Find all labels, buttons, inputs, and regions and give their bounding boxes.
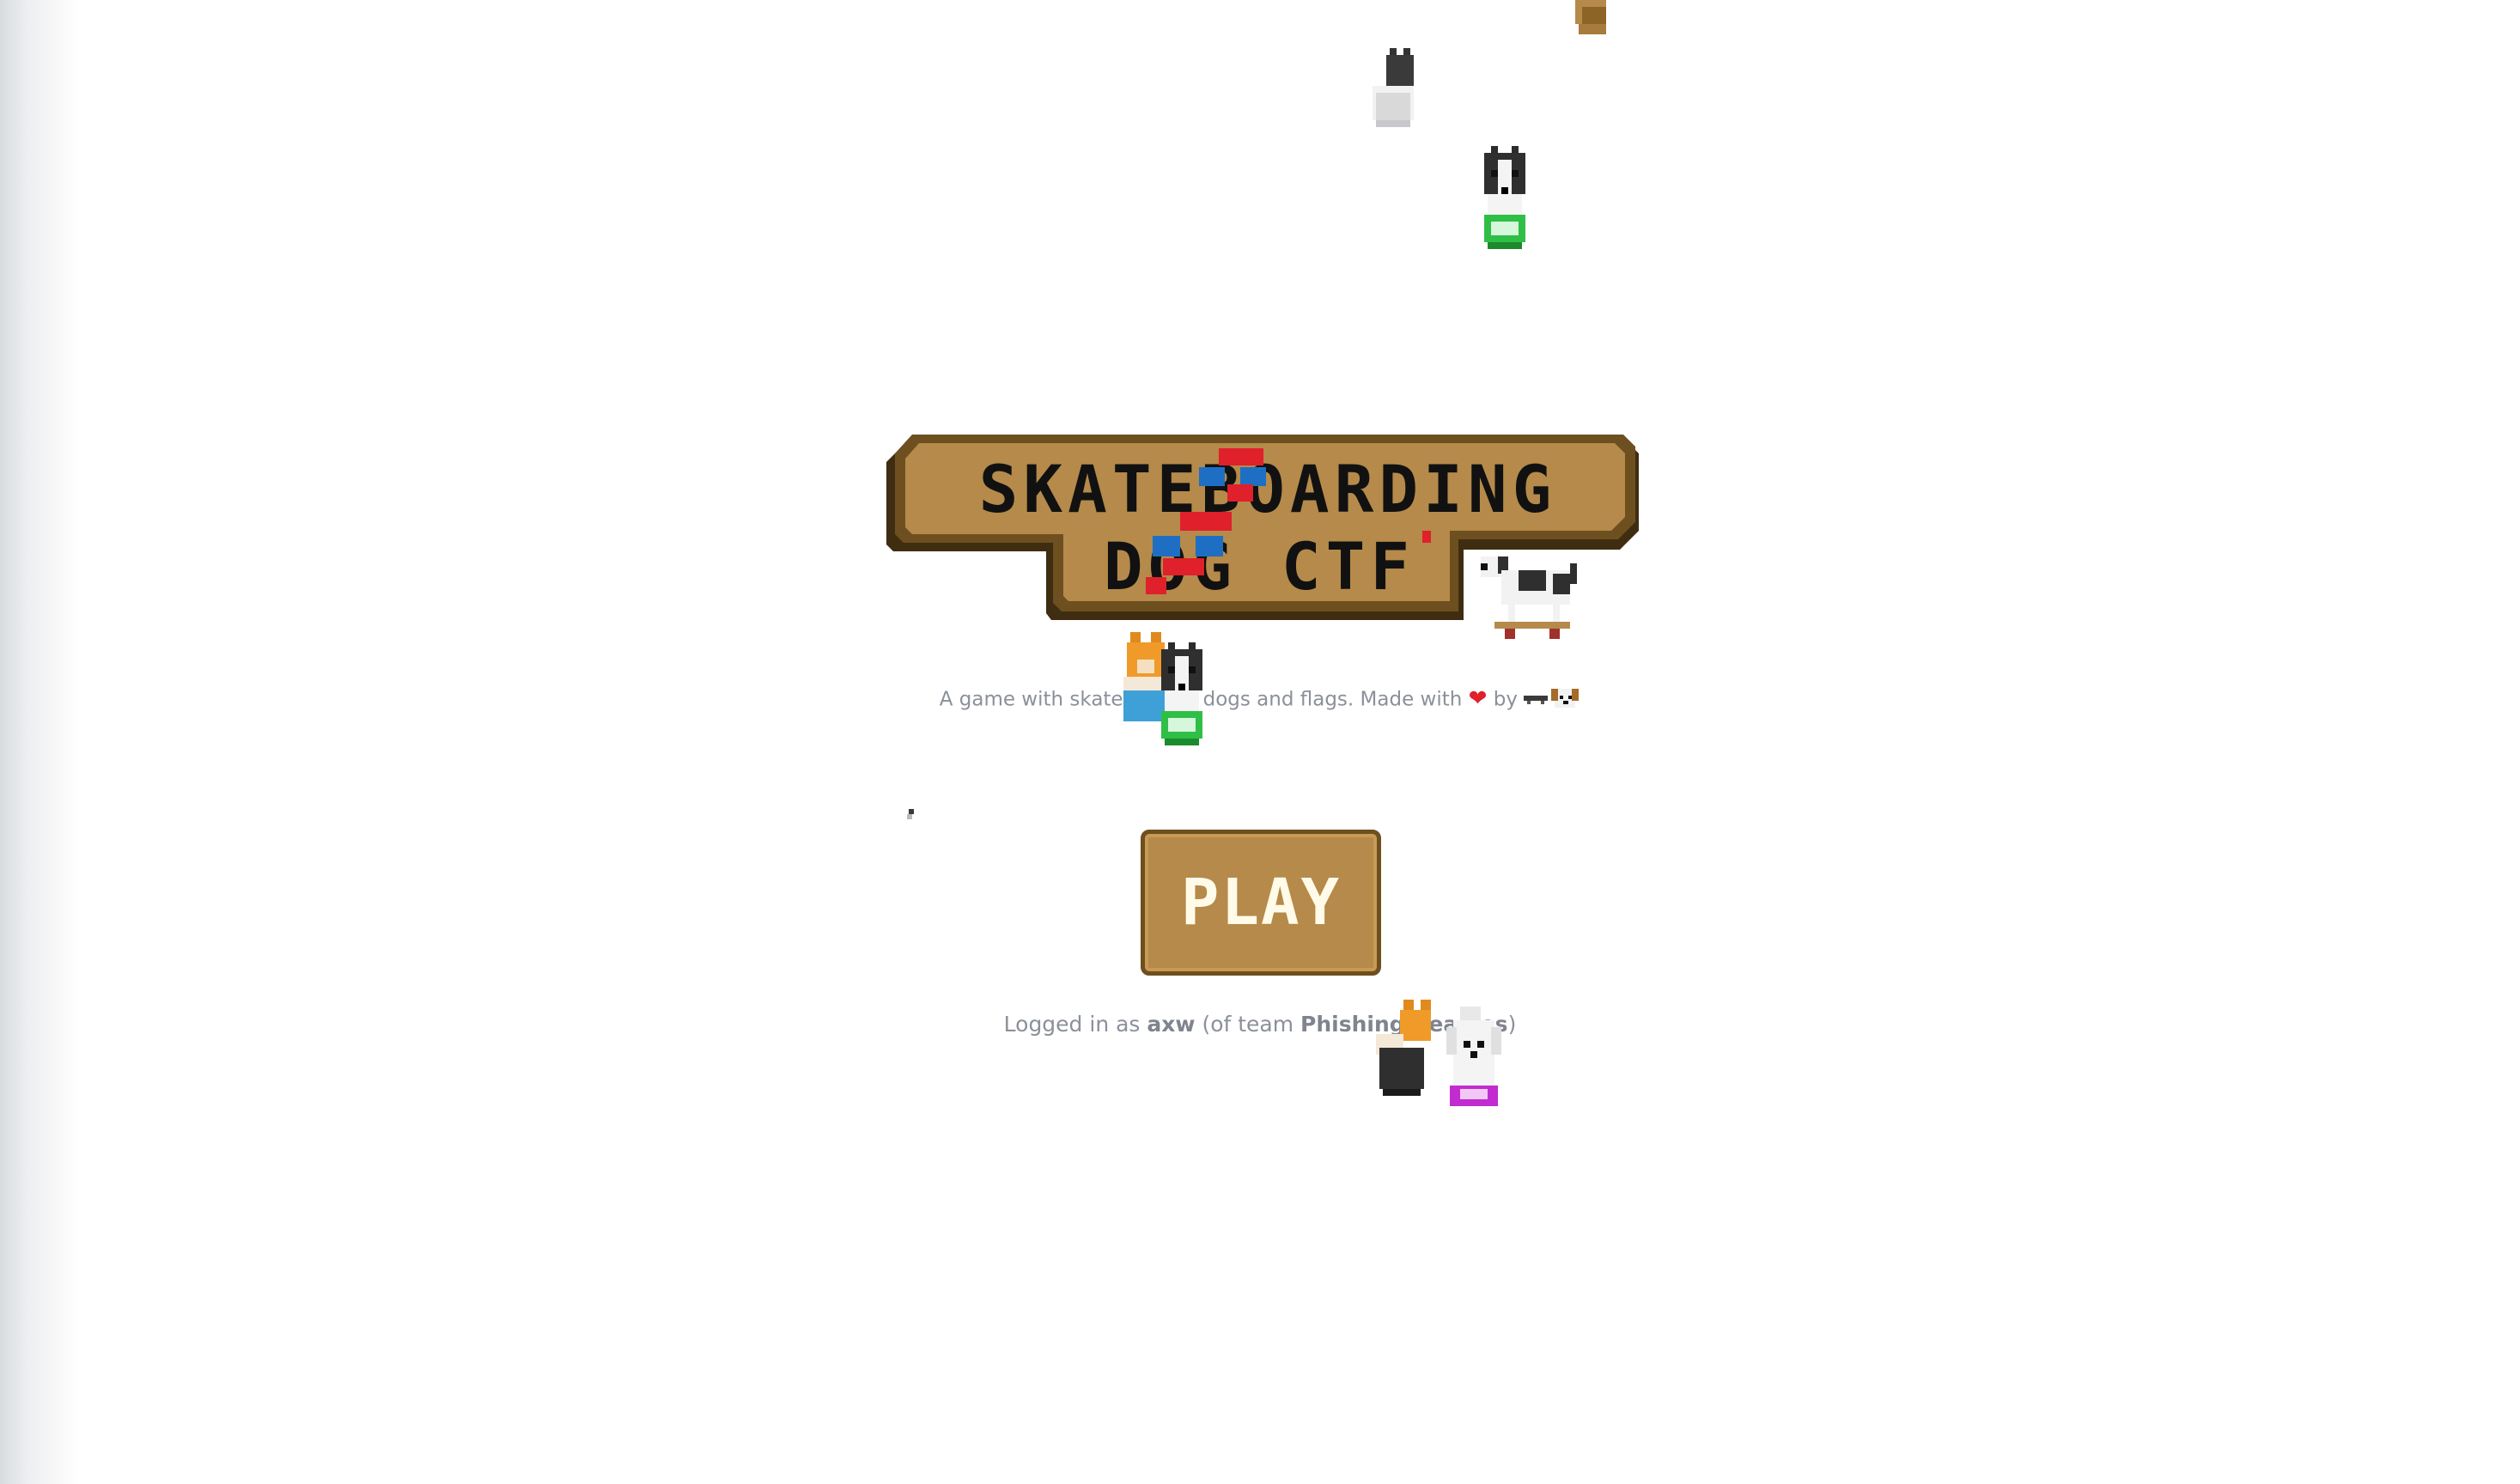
gray-cat-sprite (1366, 48, 1421, 144)
skateboard-dog-icon (1524, 685, 1580, 715)
play-button-label: PLAY (1180, 866, 1342, 940)
white-poodle-purple-board-sprite (1446, 1007, 1501, 1110)
play-button[interactable]: PLAY (1141, 830, 1381, 976)
skateboarding-dog-sprite (1477, 556, 1594, 642)
tiny-speck (907, 809, 916, 821)
login-prefix: Logged in as (1003, 1012, 1147, 1037)
black-dog-green-board-sprite (1151, 642, 1213, 749)
username: axw (1147, 1012, 1196, 1037)
orange-dog-sprite (1568, 0, 1616, 34)
orange-cat-sprite (1373, 1000, 1431, 1096)
heart-icon: ❤ (1468, 685, 1488, 712)
tagline-by: by (1493, 688, 1518, 711)
window-edge-shadow (0, 0, 77, 1484)
tagline: A game with skateboards, dogs and flags.… (859, 685, 1661, 715)
logo-title-line1: SKATEBOARDING (979, 451, 1557, 527)
black-dog-green-board-sprite (1474, 146, 1536, 252)
login-suffix: ) (1507, 1012, 1517, 1037)
team-prefix: (of team (1195, 1012, 1301, 1037)
game-stage[interactable]: SKATEBOARDING DOG CTF A game with skateb… (0, 0, 2520, 1484)
